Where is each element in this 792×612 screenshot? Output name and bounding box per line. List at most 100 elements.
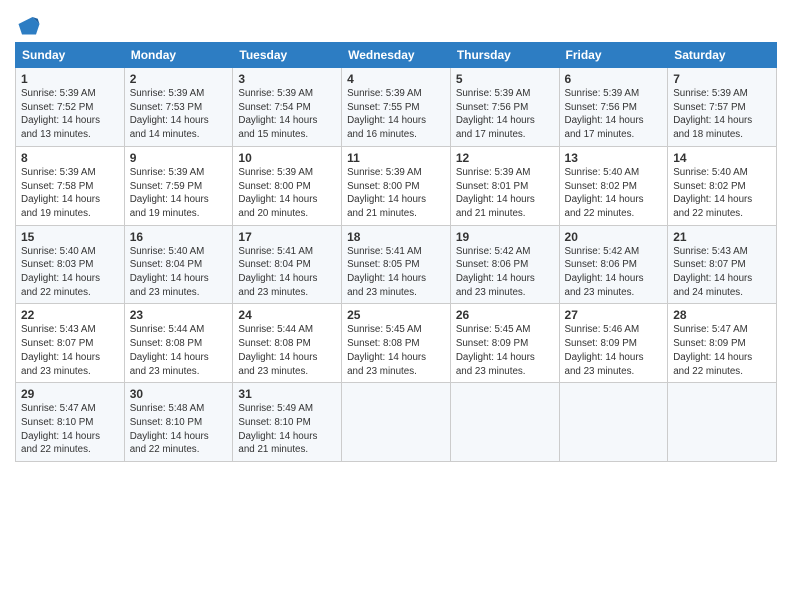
column-header-friday: Friday (559, 43, 668, 68)
day-number: 11 (347, 151, 445, 165)
calendar-cell: 15Sunrise: 5:40 AM Sunset: 8:03 PM Dayli… (16, 225, 125, 304)
day-number: 21 (673, 230, 771, 244)
day-number: 24 (238, 308, 336, 322)
day-detail: Sunrise: 5:39 AM Sunset: 7:54 PM Dayligh… (238, 87, 336, 142)
day-detail: Sunrise: 5:48 AM Sunset: 8:10 PM Dayligh… (130, 402, 228, 457)
calendar-cell: 23Sunrise: 5:44 AM Sunset: 8:08 PM Dayli… (124, 304, 233, 383)
day-detail: Sunrise: 5:47 AM Sunset: 8:09 PM Dayligh… (673, 323, 771, 378)
day-number: 16 (130, 230, 228, 244)
day-detail: Sunrise: 5:44 AM Sunset: 8:08 PM Dayligh… (238, 323, 336, 378)
day-detail: Sunrise: 5:40 AM Sunset: 8:02 PM Dayligh… (673, 166, 771, 221)
logo (15, 10, 47, 38)
calendar-cell: 18Sunrise: 5:41 AM Sunset: 8:05 PM Dayli… (342, 225, 451, 304)
day-number: 23 (130, 308, 228, 322)
day-detail: Sunrise: 5:41 AM Sunset: 8:05 PM Dayligh… (347, 245, 445, 300)
day-number: 15 (21, 230, 119, 244)
calendar-cell: 12Sunrise: 5:39 AM Sunset: 8:01 PM Dayli… (450, 146, 559, 225)
calendar-cell: 31Sunrise: 5:49 AM Sunset: 8:10 PM Dayli… (233, 383, 342, 462)
day-detail: Sunrise: 5:39 AM Sunset: 7:59 PM Dayligh… (130, 166, 228, 221)
day-detail: Sunrise: 5:45 AM Sunset: 8:09 PM Dayligh… (456, 323, 554, 378)
calendar-cell: 27Sunrise: 5:46 AM Sunset: 8:09 PM Dayli… (559, 304, 668, 383)
day-number: 28 (673, 308, 771, 322)
day-detail: Sunrise: 5:40 AM Sunset: 8:02 PM Dayligh… (565, 166, 663, 221)
day-detail: Sunrise: 5:39 AM Sunset: 7:58 PM Dayligh… (21, 166, 119, 221)
calendar-cell: 11Sunrise: 5:39 AM Sunset: 8:00 PM Dayli… (342, 146, 451, 225)
calendar-cell: 24Sunrise: 5:44 AM Sunset: 8:08 PM Dayli… (233, 304, 342, 383)
calendar-cell: 10Sunrise: 5:39 AM Sunset: 8:00 PM Dayli… (233, 146, 342, 225)
logo-icon (15, 10, 43, 38)
day-detail: Sunrise: 5:39 AM Sunset: 8:01 PM Dayligh… (456, 166, 554, 221)
day-number: 10 (238, 151, 336, 165)
calendar-cell: 29Sunrise: 5:47 AM Sunset: 8:10 PM Dayli… (16, 383, 125, 462)
calendar-cell: 14Sunrise: 5:40 AM Sunset: 8:02 PM Dayli… (668, 146, 777, 225)
calendar-cell: 4Sunrise: 5:39 AM Sunset: 7:55 PM Daylig… (342, 68, 451, 147)
day-number: 20 (565, 230, 663, 244)
day-number: 8 (21, 151, 119, 165)
column-header-sunday: Sunday (16, 43, 125, 68)
calendar-cell: 8Sunrise: 5:39 AM Sunset: 7:58 PM Daylig… (16, 146, 125, 225)
day-detail: Sunrise: 5:39 AM Sunset: 7:55 PM Dayligh… (347, 87, 445, 142)
day-number: 26 (456, 308, 554, 322)
calendar-table: SundayMondayTuesdayWednesdayThursdayFrid… (15, 42, 777, 462)
calendar-cell: 2Sunrise: 5:39 AM Sunset: 7:53 PM Daylig… (124, 68, 233, 147)
day-number: 4 (347, 72, 445, 86)
day-detail: Sunrise: 5:39 AM Sunset: 8:00 PM Dayligh… (238, 166, 336, 221)
day-number: 3 (238, 72, 336, 86)
day-number: 17 (238, 230, 336, 244)
day-number: 22 (21, 308, 119, 322)
calendar-cell: 21Sunrise: 5:43 AM Sunset: 8:07 PM Dayli… (668, 225, 777, 304)
day-number: 14 (673, 151, 771, 165)
column-header-tuesday: Tuesday (233, 43, 342, 68)
day-number: 7 (673, 72, 771, 86)
calendar-cell: 5Sunrise: 5:39 AM Sunset: 7:56 PM Daylig… (450, 68, 559, 147)
calendar-cell (450, 383, 559, 462)
day-detail: Sunrise: 5:42 AM Sunset: 8:06 PM Dayligh… (565, 245, 663, 300)
column-header-thursday: Thursday (450, 43, 559, 68)
day-number: 29 (21, 387, 119, 401)
day-detail: Sunrise: 5:42 AM Sunset: 8:06 PM Dayligh… (456, 245, 554, 300)
day-detail: Sunrise: 5:39 AM Sunset: 7:56 PM Dayligh… (565, 87, 663, 142)
day-number: 27 (565, 308, 663, 322)
day-detail: Sunrise: 5:39 AM Sunset: 7:57 PM Dayligh… (673, 87, 771, 142)
day-detail: Sunrise: 5:39 AM Sunset: 7:56 PM Dayligh… (456, 87, 554, 142)
calendar-cell (559, 383, 668, 462)
day-number: 13 (565, 151, 663, 165)
calendar-cell: 13Sunrise: 5:40 AM Sunset: 8:02 PM Dayli… (559, 146, 668, 225)
column-header-wednesday: Wednesday (342, 43, 451, 68)
day-detail: Sunrise: 5:41 AM Sunset: 8:04 PM Dayligh… (238, 245, 336, 300)
calendar-cell (668, 383, 777, 462)
calendar-cell (342, 383, 451, 462)
day-detail: Sunrise: 5:39 AM Sunset: 7:52 PM Dayligh… (21, 87, 119, 142)
day-detail: Sunrise: 5:47 AM Sunset: 8:10 PM Dayligh… (21, 402, 119, 457)
calendar-cell: 3Sunrise: 5:39 AM Sunset: 7:54 PM Daylig… (233, 68, 342, 147)
calendar-cell: 6Sunrise: 5:39 AM Sunset: 7:56 PM Daylig… (559, 68, 668, 147)
day-number: 6 (565, 72, 663, 86)
day-detail: Sunrise: 5:43 AM Sunset: 8:07 PM Dayligh… (673, 245, 771, 300)
calendar-cell: 26Sunrise: 5:45 AM Sunset: 8:09 PM Dayli… (450, 304, 559, 383)
calendar-cell: 28Sunrise: 5:47 AM Sunset: 8:09 PM Dayli… (668, 304, 777, 383)
calendar-cell: 22Sunrise: 5:43 AM Sunset: 8:07 PM Dayli… (16, 304, 125, 383)
day-number: 5 (456, 72, 554, 86)
day-number: 18 (347, 230, 445, 244)
day-detail: Sunrise: 5:39 AM Sunset: 7:53 PM Dayligh… (130, 87, 228, 142)
day-detail: Sunrise: 5:40 AM Sunset: 8:03 PM Dayligh… (21, 245, 119, 300)
calendar-cell: 7Sunrise: 5:39 AM Sunset: 7:57 PM Daylig… (668, 68, 777, 147)
calendar-cell: 19Sunrise: 5:42 AM Sunset: 8:06 PM Dayli… (450, 225, 559, 304)
day-number: 9 (130, 151, 228, 165)
day-number: 2 (130, 72, 228, 86)
day-detail: Sunrise: 5:44 AM Sunset: 8:08 PM Dayligh… (130, 323, 228, 378)
day-number: 30 (130, 387, 228, 401)
day-number: 31 (238, 387, 336, 401)
day-number: 19 (456, 230, 554, 244)
column-header-saturday: Saturday (668, 43, 777, 68)
day-number: 12 (456, 151, 554, 165)
day-detail: Sunrise: 5:39 AM Sunset: 8:00 PM Dayligh… (347, 166, 445, 221)
calendar-cell: 30Sunrise: 5:48 AM Sunset: 8:10 PM Dayli… (124, 383, 233, 462)
calendar-cell: 9Sunrise: 5:39 AM Sunset: 7:59 PM Daylig… (124, 146, 233, 225)
day-detail: Sunrise: 5:46 AM Sunset: 8:09 PM Dayligh… (565, 323, 663, 378)
day-detail: Sunrise: 5:43 AM Sunset: 8:07 PM Dayligh… (21, 323, 119, 378)
day-detail: Sunrise: 5:49 AM Sunset: 8:10 PM Dayligh… (238, 402, 336, 457)
day-detail: Sunrise: 5:45 AM Sunset: 8:08 PM Dayligh… (347, 323, 445, 378)
day-number: 25 (347, 308, 445, 322)
calendar-cell: 20Sunrise: 5:42 AM Sunset: 8:06 PM Dayli… (559, 225, 668, 304)
